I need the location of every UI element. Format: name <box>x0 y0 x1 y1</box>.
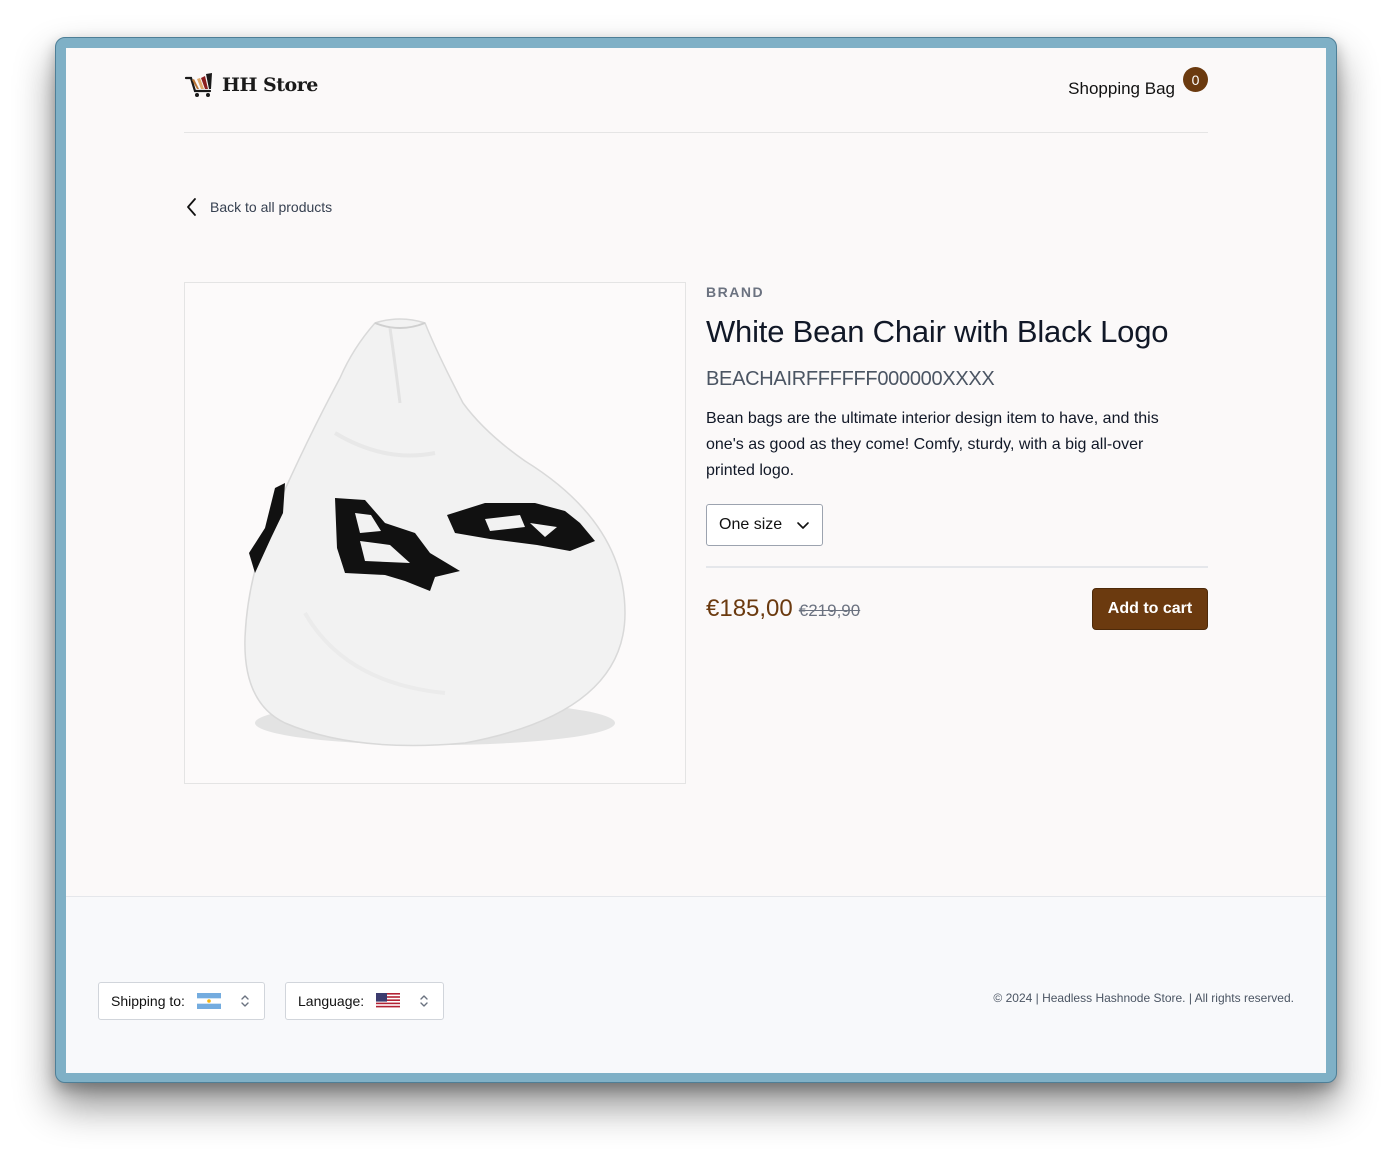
product-image <box>184 282 686 784</box>
shipping-country-select[interactable]: Shipping to: <box>98 982 265 1020</box>
argentina-flag-icon <box>196 993 221 1009</box>
copyright-text: © 2024 | Headless Hashnode Store. | All … <box>993 991 1294 1005</box>
size-select-value: One size <box>719 516 783 533</box>
product-title: White Bean Chair with Black Logo <box>706 314 1169 349</box>
details-divider <box>706 566 1208 568</box>
language-select[interactable]: Language: <box>285 982 444 1020</box>
logo-text: HH Store <box>222 74 318 96</box>
browser-window: HH Store Shopping Bag 0 Back to all prod… <box>66 48 1326 1073</box>
store-logo[interactable]: HH Store <box>184 72 318 98</box>
add-to-cart-button[interactable]: Add to cart <box>1092 588 1208 630</box>
chevron-updown-icon <box>420 995 428 1007</box>
price-group: €185,00 €219,90 <box>706 595 860 623</box>
us-flag-icon <box>376 993 401 1009</box>
chevron-left-icon <box>187 198 196 216</box>
product-brand: BRAND <box>706 284 765 300</box>
size-select[interactable]: One size <box>706 504 823 546</box>
price-row: €185,00 €219,90 Add to cart <box>706 588 1208 630</box>
site-header: HH Store Shopping Bag 0 <box>184 48 1208 133</box>
price-original: €219,90 <box>798 601 861 620</box>
product-sku: BEACHAIRFFFFFF000000XXXX <box>706 368 995 390</box>
language-label: Language: <box>298 993 365 1009</box>
shopping-bag-label: Shopping Bag <box>1068 79 1175 98</box>
shipping-label: Shipping to: <box>111 993 185 1009</box>
shopping-bag-button[interactable]: Shopping Bag 0 <box>1068 67 1208 99</box>
price-current: €185,00 <box>706 595 793 622</box>
back-link-label: Back to all products <box>210 199 333 215</box>
back-to-products-link[interactable]: Back to all products <box>184 197 332 217</box>
product-details: BRAND White Bean Chair with Black Logo B… <box>706 282 1208 630</box>
cart-logo-icon <box>184 73 212 97</box>
chevron-down-icon <box>797 522 809 529</box>
site-footer: Shipping to: Language: © 2024 | Headless… <box>66 896 1326 1073</box>
bag-count-badge: 0 <box>1183 67 1208 92</box>
product-description: Bean bags are the ultimate interior desi… <box>706 410 1159 479</box>
bean-bag-image <box>244 318 626 747</box>
chevron-updown-icon <box>241 995 249 1007</box>
